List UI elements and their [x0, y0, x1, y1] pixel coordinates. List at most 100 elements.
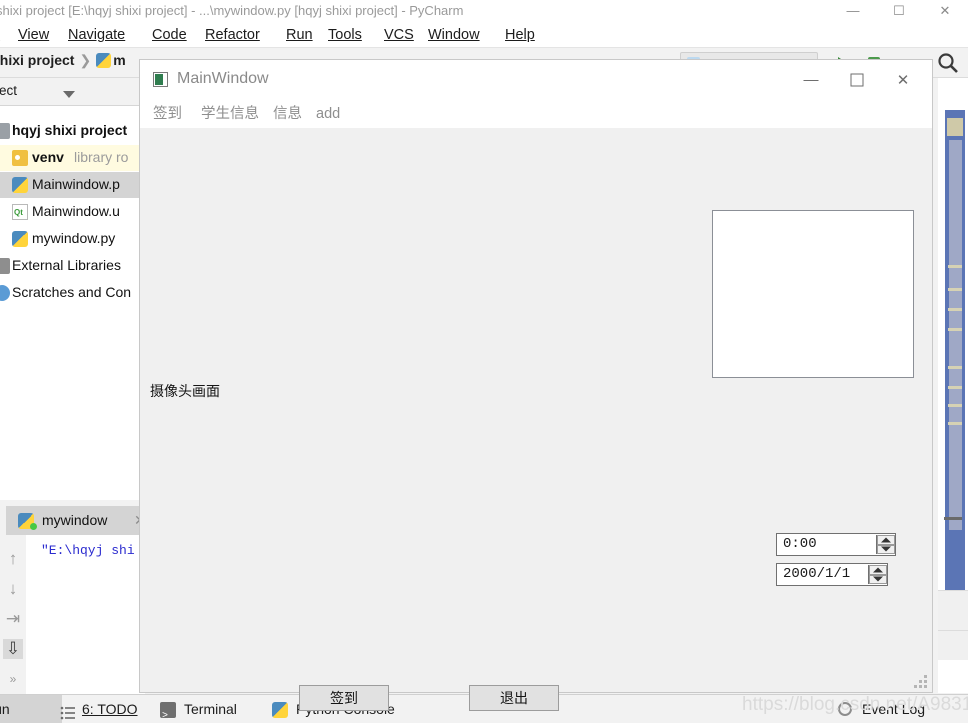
camera-label: 摄像头画面 — [150, 383, 220, 399]
project-panel-title: roject — [0, 83, 18, 98]
ide-window-controls: — ☐ ✕ — [788, 0, 968, 22]
resize-grip[interactable] — [914, 675, 928, 689]
tree-item-label: Mainwindow.u — [32, 203, 120, 219]
project-tree: hqyj shixi project venv library ro Mainw… — [0, 106, 145, 500]
tree-item-venv[interactable]: venv library ro — [0, 145, 145, 171]
dialog-maximize-button[interactable] — [834, 60, 880, 100]
dialog-menu-add[interactable]: add — [316, 103, 340, 125]
exit-button[interactable]: 退出 — [469, 685, 559, 711]
soft-wrap-icon[interactable]: ⇥ — [3, 609, 23, 629]
camera-preview-area — [712, 210, 914, 378]
statusbar-todo-label: 6: TODO — [82, 701, 138, 717]
menu-item-code[interactable]: Code — [152, 25, 187, 45]
editor-panel-section — [938, 590, 968, 630]
breadcrumb[interactable]: shixi project ❯ m — [0, 52, 126, 69]
tree-item-mywindow-py[interactable]: mywindow.py — [0, 226, 145, 252]
screen-root: shixi project [E:\hqyj shixi project] - … — [0, 0, 968, 723]
dialog-minimize-button[interactable]: — — [788, 60, 834, 100]
tree-item-label: venv — [32, 149, 64, 165]
date-edit-value: 2000/1/1 — [783, 566, 851, 582]
run-console-gutter: ↑ ↓ ⇥ ⇩ » — [0, 535, 26, 695]
tree-item-external-libraries[interactable]: External Libraries — [0, 253, 145, 279]
stepper-up-icon[interactable] — [877, 535, 895, 545]
todo-icon — [60, 702, 76, 720]
sign-in-button[interactable]: 签到 — [299, 685, 389, 711]
tree-item-label: hqyj shixi project — [12, 122, 128, 138]
minimize-icon: — — [846, 3, 860, 18]
terminal-icon — [160, 702, 176, 723]
stepper-down-icon[interactable] — [877, 544, 895, 554]
ide-close-button[interactable]: ✕ — [922, 0, 968, 22]
minimap-tick — [948, 422, 962, 425]
more-icon[interactable]: » — [3, 669, 23, 689]
console-line: "E:\hqyj shi — [41, 543, 135, 558]
time-edit[interactable]: 0:00 — [776, 533, 896, 556]
dialog-menu-student-info[interactable]: 学生信息 — [201, 103, 259, 125]
tree-item-mainwindow-ui[interactable]: Mainwindow.u — [0, 199, 145, 225]
python-file-icon — [12, 177, 28, 193]
mainwindow-dialog: MainWindow — ✕ 签到 学生信息 信息 add 摄像头画面 0:00 — [139, 59, 933, 711]
tree-item-label: Scratches and Con — [12, 284, 132, 300]
up-arrow-icon[interactable]: ↑ — [3, 549, 23, 569]
menu-item-tools[interactable]: Tools — [328, 25, 362, 45]
ide-titlebar: shixi project [E:\hqyj shixi project] - … — [0, 0, 968, 22]
search-icon[interactable] — [936, 51, 960, 75]
date-edit[interactable]: 2000/1/1 — [776, 563, 888, 586]
qt-ui-file-icon — [12, 204, 28, 220]
time-edit-steppers[interactable] — [876, 535, 895, 554]
scratch-icon — [0, 285, 10, 301]
breadcrumb-project[interactable]: shixi project — [0, 52, 74, 68]
python-file-icon — [12, 231, 28, 247]
python-console-icon — [272, 702, 288, 718]
run-tab-label: mywindow — [42, 512, 108, 528]
project-icon — [0, 123, 10, 139]
run-tool-window-tabs: mywindow ✕ — [0, 506, 146, 535]
dialog-menu-signin[interactable]: 签到 — [153, 103, 182, 125]
minimap-tick — [948, 265, 962, 268]
tree-item-mainwindow-py[interactable]: Mainwindow.p — [0, 172, 145, 198]
tree-item-sublabel: library ro — [74, 149, 129, 165]
statusbar-run-tab[interactable]: Run — [0, 695, 62, 723]
minimap-tick — [948, 404, 962, 407]
menu-item-navigate[interactable]: Navigate — [68, 25, 125, 45]
menu-item-view[interactable]: View — [18, 25, 49, 45]
stepper-down-icon[interactable] — [869, 574, 887, 584]
tree-item-label: mywindow.py — [32, 230, 116, 246]
ide-minimize-button[interactable]: — — [830, 0, 876, 22]
dialog-title: MainWindow — [177, 70, 269, 87]
exit-button-label: 退出 — [500, 690, 528, 706]
chevron-down-icon[interactable] — [63, 91, 75, 98]
tree-item-scratches[interactable]: Scratches and Con — [0, 280, 145, 306]
sign-in-button-label: 签到 — [330, 690, 358, 706]
minimap-tick — [948, 366, 962, 369]
menu-item-vcs[interactable]: VCS — [384, 25, 414, 45]
down-arrow-icon[interactable]: ↓ — [3, 579, 23, 599]
menu-item-run[interactable]: Run — [286, 25, 313, 45]
minimize-icon: — — [803, 71, 819, 89]
run-console-output[interactable]: "E:\hqyj shi — [26, 535, 145, 695]
minimap-tick — [948, 308, 962, 311]
breadcrumb-separator: ❯ — [79, 52, 92, 68]
time-edit-value: 0:00 — [783, 536, 817, 552]
library-icon — [0, 258, 10, 274]
scroll-to-end-icon[interactable]: ⇩ — [3, 639, 23, 659]
editor-panel-section — [938, 630, 968, 660]
dialog-close-button[interactable]: ✕ — [880, 60, 926, 100]
menu-item-refactor[interactable]: Refactor — [205, 25, 260, 45]
tree-item-label: External Libraries — [12, 257, 121, 273]
dialog-menu-info[interactable]: 信息 — [273, 103, 302, 125]
tree-item-project[interactable]: hqyj shixi project — [0, 118, 145, 144]
minimap-thumb[interactable] — [947, 118, 963, 136]
ide-window-title: shixi project [E:\hqyj shixi project] - … — [0, 3, 464, 18]
dialog-titlebar: MainWindow — ✕ — [140, 60, 932, 100]
close-icon: ✕ — [896, 72, 910, 89]
python-file-icon — [96, 53, 112, 68]
run-tab-mywindow[interactable]: mywindow ✕ — [6, 506, 146, 535]
folder-icon — [12, 150, 28, 166]
date-edit-steppers[interactable] — [868, 565, 887, 584]
stepper-up-icon[interactable] — [869, 565, 887, 575]
breadcrumb-file[interactable]: m — [113, 52, 125, 68]
ide-maximize-button[interactable]: ☐ — [876, 0, 922, 22]
menu-item-window[interactable]: Window — [428, 25, 480, 45]
menu-item-help[interactable]: Help — [505, 25, 535, 45]
